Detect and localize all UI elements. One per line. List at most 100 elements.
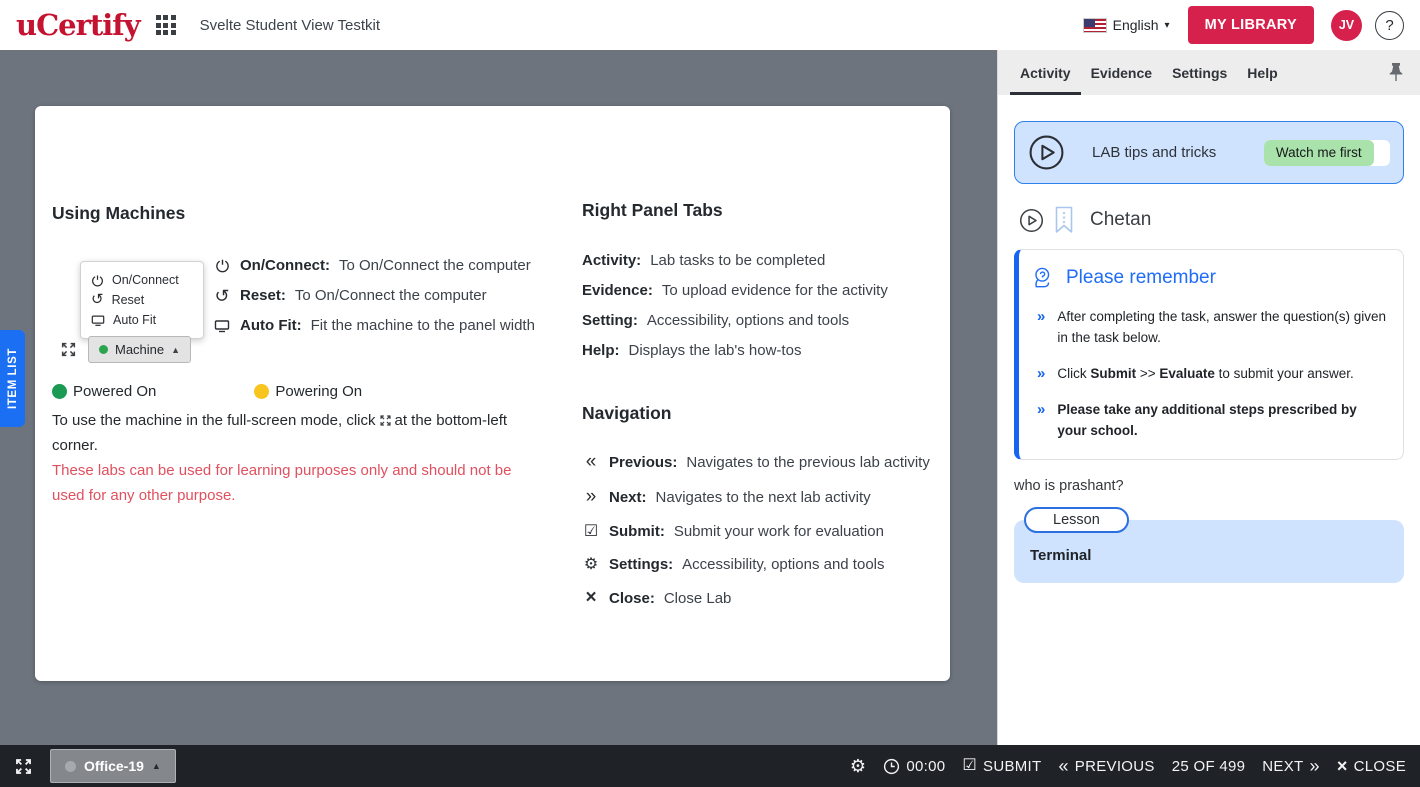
apps-grid-icon[interactable]: [156, 15, 176, 35]
legend-label: Powering On: [275, 383, 362, 400]
text-segment: >>: [1136, 366, 1159, 381]
power-legend: Powered On Powering On: [52, 383, 362, 400]
gear-icon: ⚙: [850, 757, 866, 775]
definition-row: ↺ Reset: To On/Connect the computer: [213, 287, 535, 304]
activity-question: who is prashant?: [1014, 478, 1404, 494]
language-selector[interactable]: English ▾: [1083, 17, 1170, 33]
language-label: English: [1113, 17, 1159, 33]
lab-workspace: ITEM LIST Using Machines On/Connect ↺ Re…: [0, 50, 997, 745]
definition-row: Setting: Accessibility, options and tool…: [582, 312, 888, 329]
using-machines-title: Using Machines: [52, 203, 185, 224]
definition-row: On/Connect: To On/Connect the computer: [213, 257, 535, 274]
definition-row: ⚙ Settings: Accessibility, options and t…: [582, 554, 930, 574]
panel-tab-definitions: Activity: Lab tasks to be completed Evid…: [582, 252, 888, 372]
previous-label: PREVIOUS: [1075, 758, 1155, 775]
close-button[interactable]: × CLOSE: [1337, 757, 1406, 775]
definition-desc: Fit the machine to the panel width: [311, 317, 535, 334]
legend-label: Powered On: [73, 383, 156, 400]
chevrons-right-icon: »: [1310, 757, 1320, 775]
next-icon: »: [582, 486, 600, 508]
avatar[interactable]: JV: [1331, 10, 1362, 41]
tab-evidence[interactable]: Evidence: [1081, 50, 1162, 95]
my-library-button[interactable]: MY LIBRARY: [1188, 6, 1314, 44]
settings-button[interactable]: ⚙: [850, 757, 866, 775]
lesson-section: Lesson Terminal: [1014, 507, 1404, 583]
close-icon: ×: [1337, 757, 1348, 775]
definition-desc: Close Lab: [664, 590, 732, 607]
lab-tips-banner: LAB tips and tricks Watch me first: [1014, 121, 1404, 184]
help-button[interactable]: ?: [1375, 11, 1404, 40]
definition-term: Setting:: [582, 312, 638, 329]
close-icon: ×: [582, 587, 600, 609]
chevron-down-icon: ▾: [1165, 20, 1170, 31]
fullscreen-icon[interactable]: [60, 341, 77, 358]
remember-point-text: Please take any additional steps prescri…: [1057, 399, 1387, 441]
chevron-up-icon: ▲: [152, 761, 161, 771]
please-remember-title: Please remember: [1066, 267, 1216, 289]
submit-button[interactable]: ☑ SUBMIT: [962, 758, 1041, 775]
menu-item-auto-fit[interactable]: Auto Fit: [91, 310, 193, 330]
submit-icon: ☑: [962, 758, 977, 774]
right-panel: Activity Evidence Settings Help LAB tips…: [997, 50, 1420, 745]
definition-term: Previous:: [609, 454, 677, 471]
gear-icon: ⚙: [582, 554, 600, 574]
menu-item-reset[interactable]: ↺ Reset: [91, 290, 193, 310]
definition-desc: To On/Connect the computer: [295, 287, 487, 304]
tab-settings[interactable]: Settings: [1162, 50, 1237, 95]
text-segment: to submit your answer.: [1215, 366, 1354, 381]
chevron-up-icon: ▲: [171, 345, 180, 355]
previous-button[interactable]: « PREVIOUS: [1058, 757, 1154, 775]
machine-name: Office-19: [84, 758, 144, 774]
mind-icon: [1030, 265, 1056, 291]
monitor-icon: [91, 314, 105, 327]
text-segment: Click: [1057, 366, 1090, 381]
machine-selector-button[interactable]: Office-19 ▲: [50, 749, 176, 783]
ucertify-logo[interactable]: uCertify: [16, 11, 140, 40]
bookmark-icon[interactable]: [1054, 206, 1074, 234]
submit-label: SUBMIT: [983, 758, 1041, 775]
tab-activity[interactable]: Activity: [1010, 50, 1081, 95]
top-header: uCertify Svelte Student View Testkit Eng…: [0, 0, 1420, 50]
lesson-badge[interactable]: Lesson: [1024, 507, 1129, 533]
definition-desc: To upload evidence for the activity: [662, 282, 888, 299]
definition-desc: Accessibility, options and tools: [647, 312, 849, 329]
remember-point-text: Click Submit >> Evaluate to submit your …: [1057, 363, 1353, 384]
pin-icon[interactable]: [1388, 61, 1404, 83]
definition-row: Activity: Lab tasks to be completed: [582, 252, 888, 269]
menu-item-on-connect[interactable]: On/Connect: [91, 270, 193, 290]
power-icon: [215, 258, 230, 273]
remember-point: » After completing the task, answer the …: [1030, 306, 1391, 348]
definition-term: Close:: [609, 590, 655, 607]
author-row: Chetan: [1014, 206, 1404, 234]
definition-desc: Submit your work for evaluation: [674, 523, 884, 540]
activity-counter: 25 OF 499: [1172, 758, 1246, 775]
definition-desc: Navigates to the previous lab activity: [686, 454, 929, 471]
definition-term: Reset:: [240, 287, 286, 304]
fullscreen-icon: [379, 414, 392, 427]
definition-row: « Previous: Navigates to the previous la…: [582, 451, 930, 473]
play-circle-icon[interactable]: [1019, 208, 1044, 233]
bottom-toolbar: Office-19 ▲ ⚙ 00:00 ☑ SUBMIT « PREVIOUS …: [0, 745, 1420, 787]
definition-term: Settings:: [609, 556, 673, 573]
definition-term: On/Connect:: [240, 257, 330, 274]
definition-term: Auto Fit:: [240, 317, 302, 334]
watch-me-first-label: Watch me first: [1264, 140, 1374, 166]
item-list-tab[interactable]: ITEM LIST: [0, 330, 25, 427]
machine-actions-definitions: On/Connect: To On/Connect the computer ↺…: [213, 257, 535, 347]
fullscreen-icon[interactable]: [14, 757, 33, 776]
machine-dropdown-button[interactable]: Machine ▲: [88, 336, 191, 363]
definition-row: ☑ Submit: Submit your work for evaluatio…: [582, 521, 930, 541]
next-button[interactable]: NEXT »: [1262, 757, 1320, 775]
chevrons-right-icon: »: [1037, 399, 1045, 441]
play-circle-icon[interactable]: [1028, 134, 1065, 171]
please-remember-box: Please remember » After completing the t…: [1014, 249, 1404, 460]
machine-dropdown-label: Machine: [115, 342, 164, 357]
clock-icon: [883, 758, 900, 775]
fullscreen-note: To use the machine in the full-screen mo…: [52, 408, 557, 458]
reset-icon: ↺: [91, 294, 104, 306]
power-icon: [91, 274, 104, 287]
tab-help[interactable]: Help: [1237, 50, 1287, 95]
watch-me-first-button[interactable]: Watch me first: [1264, 140, 1390, 166]
definition-desc: Displays the lab's how-tos: [629, 342, 802, 359]
definition-term: Submit:: [609, 523, 665, 540]
